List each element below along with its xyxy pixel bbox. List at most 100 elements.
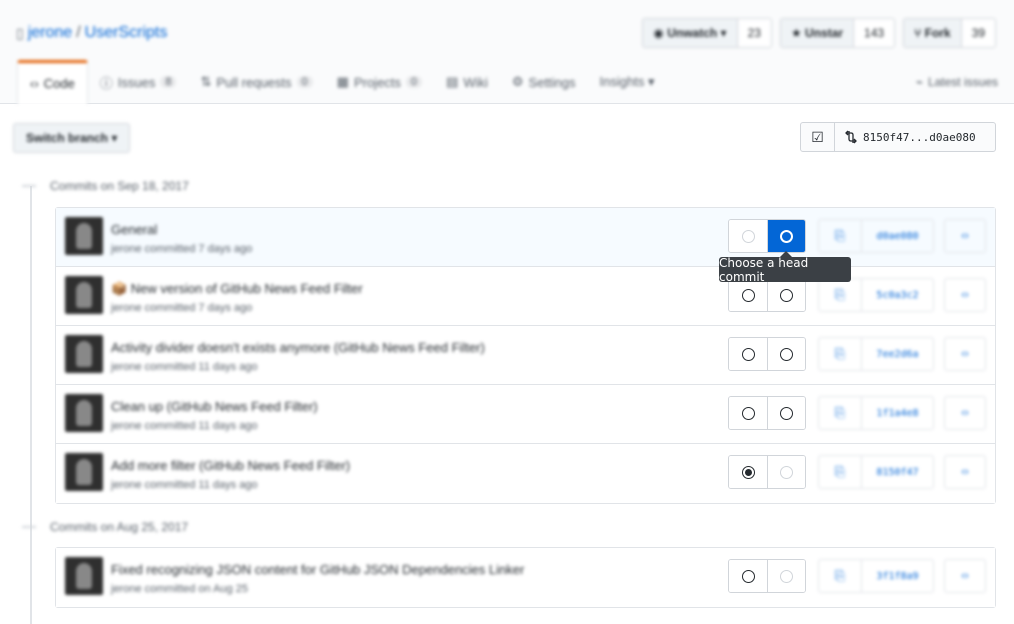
code-browse-icon[interactable]: ‹› — [944, 219, 986, 253]
repo-separator: / — [76, 24, 81, 41]
radio-circle — [741, 229, 755, 243]
commit-meta: jerone committed 11 days ago — [111, 479, 258, 491]
repo-name-link[interactable]: UserScripts — [85, 24, 168, 42]
commit-message[interactable]: Activity divider doesn't exists anymore … — [111, 340, 485, 355]
base-commit-radio[interactable] — [729, 397, 767, 429]
commit-row: Activity divider doesn't exists anymore … — [56, 326, 995, 385]
commit-sha[interactable]: 5c0a3c2 — [861, 279, 933, 311]
tab-code[interactable]: ‹› Code — [17, 60, 88, 105]
star-control: ★ Unstar 143 — [779, 18, 896, 48]
base-commit-radio[interactable] — [729, 220, 767, 252]
commit-sha[interactable]: 1f1a4e8 — [861, 397, 933, 429]
head-commit-radio[interactable] — [767, 397, 805, 429]
clipboard-icon[interactable]: ⎘ — [819, 279, 861, 311]
commit-meta: jerone committed 11 days ago — [111, 420, 258, 432]
repo-actions: ◉ Unwatch ▾ 23 ★ Unstar 143 ⑂ Fork 39 — [642, 18, 996, 48]
radio-circle — [741, 288, 755, 302]
head-commit-radio[interactable] — [767, 456, 805, 488]
sha-group: ⎘ d0ae080 — [818, 219, 934, 253]
base-commit-radio[interactable] — [729, 279, 767, 311]
commit-group-title: Commits on Aug 25, 2017 — [22, 520, 188, 534]
head-commit-radio[interactable] — [767, 560, 805, 592]
radio-circle — [741, 569, 755, 583]
commit-meta: jerone committed 7 days ago — [111, 243, 253, 255]
tab-settings[interactable]: ⚙ Settings — [500, 60, 588, 104]
compare-radios — [728, 559, 806, 593]
tab-insights[interactable]: Insights ▾ — [588, 60, 667, 104]
commit-list: Fixed recognizing JSON content for GitHu… — [55, 547, 996, 608]
clipboard-icon[interactable]: ⎘ — [819, 338, 861, 370]
base-commit-radio[interactable] — [729, 560, 767, 592]
checkbox-icon[interactable]: ☑ — [801, 123, 835, 151]
watch-button[interactable]: ◉ Unwatch ▾ — [643, 19, 737, 47]
compare-radios — [728, 455, 806, 489]
code-browse-icon[interactable]: ‹› — [944, 455, 986, 489]
sha-group: ⎘ 8150f47 — [818, 455, 934, 489]
avatar[interactable] — [65, 557, 103, 595]
tab-count: 0 — [296, 76, 313, 88]
switch-branch-button[interactable]: Switch branch ▾ — [13, 123, 131, 153]
head-commit-tooltip: Choose a head commit — [719, 251, 851, 284]
clipboard-icon[interactable]: ⎘ — [819, 560, 861, 592]
watch-count[interactable]: 23 — [736, 19, 771, 47]
commit-message[interactable]: 📦 New version of GitHub News Feed Filter — [111, 281, 363, 297]
commit-sha[interactable]: 8150f47 — [861, 456, 933, 488]
gear-icon: ⚙ — [511, 74, 524, 89]
commit-message[interactable]: Clean up (GitHub News Feed Filter) — [111, 399, 318, 414]
radio-circle — [780, 229, 793, 243]
tab-pull-requests[interactable]: ⇅ Pull requests 0 — [188, 60, 324, 104]
commit-meta: jerone committed 7 days ago — [111, 302, 253, 314]
compare-range[interactable]: 8150f47...d0ae080 — [835, 123, 995, 151]
fork-button[interactable]: ⑂ Fork — [904, 19, 961, 47]
star-button[interactable]: ★ Unstar — [780, 19, 854, 47]
clipboard-icon[interactable]: ⎘ — [819, 456, 861, 488]
avatar[interactable] — [65, 335, 103, 373]
tab-wiki[interactable]: ▤ Wiki — [434, 60, 500, 104]
issue-icon: ⓘ — [99, 75, 113, 91]
latest-issues-link[interactable]: ⌁ Latest issues — [916, 60, 998, 104]
commit-message[interactable]: Fixed recognizing JSON content for GitHu… — [111, 562, 524, 577]
compare-box: ☑ 8150f47...d0ae080 — [800, 122, 996, 152]
clipboard-icon[interactable]: ⎘ — [819, 220, 861, 252]
avatar[interactable] — [65, 276, 103, 314]
avatar[interactable] — [65, 217, 103, 255]
code-browse-icon[interactable]: ‹› — [944, 559, 986, 593]
base-commit-radio[interactable] — [729, 456, 767, 488]
commit-sha[interactable]: 3f1f8a9 — [861, 560, 933, 592]
sha-group: ⎘ 1f1a4e8 — [818, 396, 934, 430]
clipboard-icon[interactable]: ⎘ — [819, 397, 861, 429]
avatar[interactable] — [65, 394, 103, 432]
fork-count[interactable]: 39 — [960, 19, 995, 47]
commit-sha[interactable]: 7ee2d6a — [861, 338, 933, 370]
commit-message[interactable]: Add more filter (GitHub News Feed Filter… — [111, 458, 350, 473]
head-commit-radio[interactable] — [767, 338, 805, 370]
radio-circle — [780, 406, 793, 420]
fork-icon: ⑂ — [914, 26, 925, 40]
code-icon: ‹› — [30, 76, 39, 91]
commit-message[interactable]: General — [111, 222, 157, 237]
timeline-tick — [22, 185, 36, 187]
star-count[interactable]: 143 — [853, 19, 895, 47]
compare-radios — [728, 219, 806, 253]
tab-projects[interactable]: ▦ Projects 0 — [325, 60, 434, 104]
radio-circle — [780, 465, 793, 479]
base-commit-radio[interactable] — [729, 338, 767, 370]
radio-circle — [741, 406, 755, 420]
head-commit-radio[interactable] — [767, 279, 805, 311]
tab-issues[interactable]: ⓘ Issues 8 — [88, 60, 189, 104]
fork-control: ⑂ Fork 39 — [903, 18, 996, 48]
repo-owner-link[interactable]: jerone — [28, 24, 72, 42]
watch-control: ◉ Unwatch ▾ 23 — [642, 18, 772, 48]
commit-sha[interactable]: d0ae080 — [861, 220, 933, 252]
code-browse-icon[interactable]: ‹› — [944, 278, 986, 312]
radio-circle — [780, 347, 793, 361]
compare-radios — [728, 396, 806, 430]
wiki-icon: ▤ — [446, 74, 459, 89]
head-commit-radio[interactable] — [767, 220, 805, 252]
commit-list: General jerone committed 7 days ago ⎘ d0… — [55, 207, 996, 504]
code-browse-icon[interactable]: ‹› — [944, 396, 986, 430]
avatar[interactable] — [65, 453, 103, 491]
code-browse-icon[interactable]: ‹› — [944, 337, 986, 371]
timeline-tick — [22, 526, 36, 528]
tab-count: 8 — [160, 76, 177, 88]
